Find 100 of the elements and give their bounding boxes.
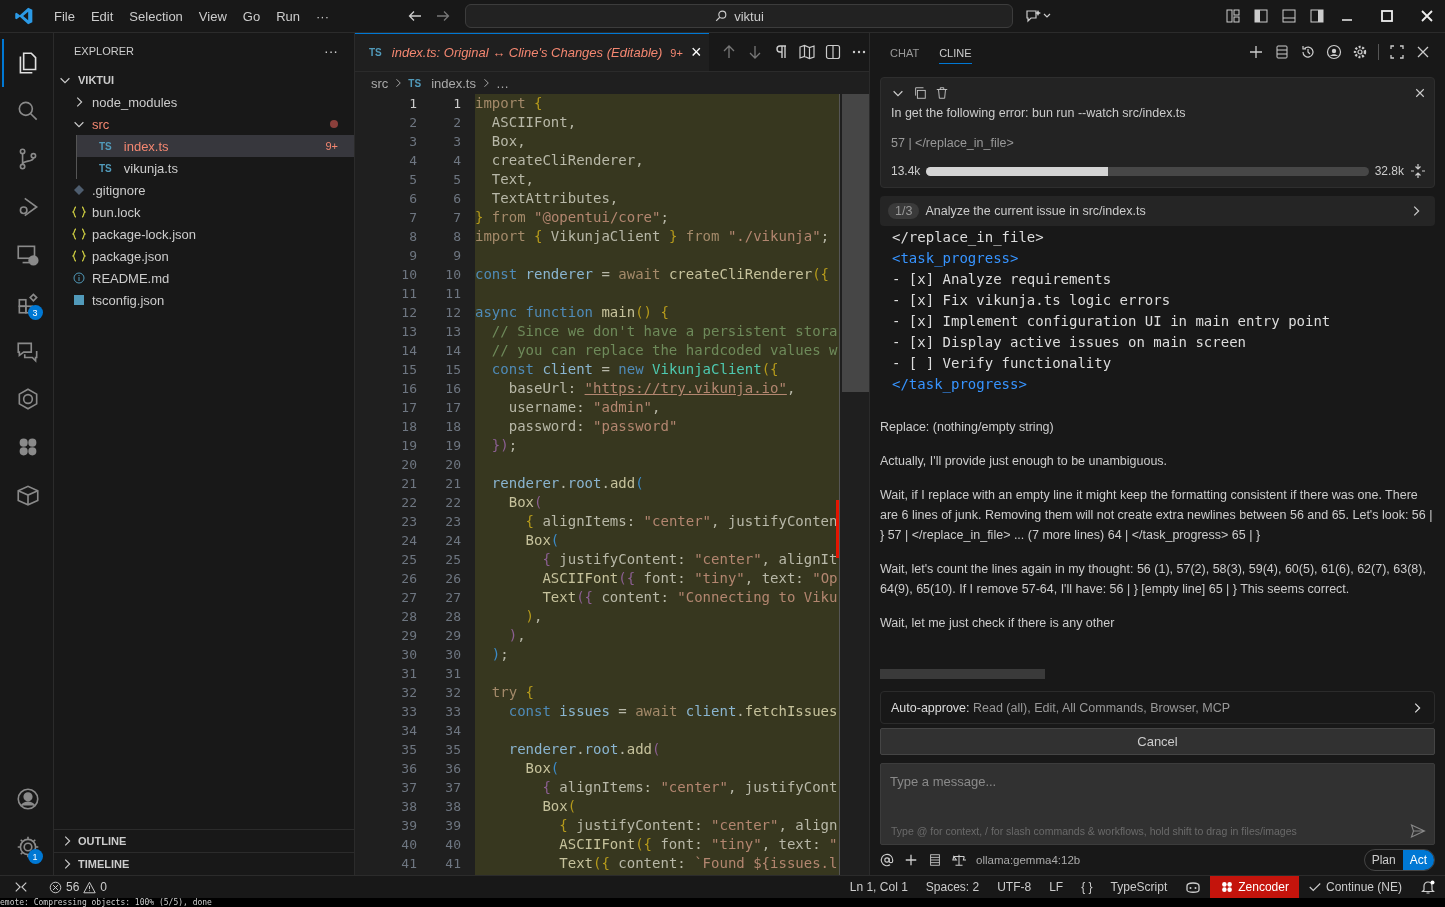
file-name[interactable]: tsconfig.json	[92, 292, 165, 308]
continue-status[interactable]: Continue (NE)	[1298, 876, 1411, 898]
workspace-folder[interactable]: VIKTUI	[78, 74, 115, 86]
panel-tab[interactable]: CLINE	[939, 40, 972, 64]
line-number: 41	[444, 855, 461, 873]
file-tree-item[interactable]: TS vikunja.ts	[76, 157, 354, 179]
task-detail: 57 | </replace_in_file>	[891, 136, 1015, 150]
editor-tab[interactable]: TS index.ts: Original ↔ Cline's Changes (Editable) 9+ ×	[355, 33, 710, 71]
status-item[interactable]: Spaces: 2	[916, 876, 989, 898]
task-list-bar[interactable]: 1/3 Analyze the current issue in src/index.ts	[880, 196, 1435, 226]
line-number: 18	[444, 418, 461, 436]
file-name[interactable]: vikunja.ts	[123, 160, 178, 176]
menu-item[interactable]: Go	[234, 8, 269, 24]
code-line: Box,	[490, 133, 526, 149]
line-number: 23	[400, 513, 417, 531]
line-number: 30	[444, 646, 461, 664]
code-line: password: "password"	[507, 418, 678, 434]
code-line: } from "@opentui/core";	[475, 209, 669, 225]
line-number: 17	[444, 399, 461, 417]
file-tree-item[interactable]: node_modules	[54, 91, 354, 113]
message-code-line: </replace_in_file>	[892, 228, 1045, 248]
notification-badge: 3	[27, 305, 43, 320]
auto-approve-bar[interactable]: Auto-approve: Read (all), Edit, All Commands, Browser, MCP	[880, 691, 1435, 724]
file-name[interactable]: node_modules	[92, 94, 178, 110]
file-tree-item[interactable]: bun.lock	[54, 201, 354, 223]
warning-count[interactable]: 0	[100, 880, 108, 894]
menu-item[interactable]: Selection	[121, 8, 191, 24]
notification-badge: 1	[27, 849, 43, 864]
breadcrumb-item[interactable]: src	[371, 75, 389, 91]
status-item[interactable]: LF	[1040, 876, 1073, 898]
line-number: 29	[400, 627, 417, 645]
search-field[interactable]: viktui	[465, 4, 1013, 28]
line-number: 23	[444, 513, 461, 531]
status-item[interactable]: UTF-8	[988, 876, 1041, 898]
menu-item[interactable]: Edit	[82, 8, 122, 24]
line-number: 33	[444, 703, 461, 721]
line-number: 38	[444, 798, 461, 816]
line-number: 32	[444, 684, 461, 702]
section-title[interactable]: TIMELINE	[78, 858, 130, 870]
mode-toggle[interactable]: Act	[1402, 850, 1434, 870]
file-tree-item[interactable]: package-lock.json	[54, 223, 354, 245]
file-name[interactable]: .gitignore	[92, 182, 146, 198]
file-name[interactable]: bun.lock	[92, 204, 141, 220]
file-tree-item[interactable]: package.json	[54, 245, 354, 267]
code-line: ASCIIFont({ font: "tiny", text: "	[558, 836, 838, 852]
code-line: TextAttributes,	[490, 190, 619, 206]
line-number: 9	[408, 247, 417, 265]
line-number: 3	[408, 133, 417, 151]
file-tree-item[interactable]: README.md	[54, 267, 354, 289]
code-line: Text,	[490, 171, 534, 187]
file-name[interactable]: src	[92, 116, 110, 132]
file-tree-item[interactable]: src	[54, 113, 354, 135]
line-number: 2	[452, 114, 461, 132]
line-number: 1	[408, 95, 417, 113]
line-number: 11	[400, 285, 417, 303]
file-name[interactable]: package-lock.json	[92, 226, 197, 242]
task-text: In get the following error: bun run --watch src/index.ts	[891, 106, 1187, 120]
breadcrumb-item[interactable]: …	[495, 75, 509, 91]
code-line: renderer.root.add(	[490, 475, 644, 491]
menu-item[interactable]: File	[46, 8, 83, 24]
code-line: ),	[507, 627, 526, 643]
menu-item[interactable]: ···	[308, 8, 337, 24]
code-line: Box(	[541, 798, 577, 814]
file-name[interactable]: package.json	[92, 248, 169, 264]
section-title[interactable]: OUTLINE	[78, 835, 127, 847]
problem-count: 9+	[325, 140, 338, 152]
cancel-button[interactable]: Cancel	[880, 728, 1435, 755]
zencoder-status[interactable]: Zencoder	[1210, 876, 1299, 898]
line-number: 15	[444, 361, 461, 379]
line-number: 39	[400, 817, 417, 835]
line-number: 11	[444, 285, 461, 303]
file-name[interactable]: index.ts	[123, 138, 169, 154]
file-name[interactable]: README.md	[92, 270, 170, 286]
code-line: { alignItems: "center", justifyConten	[524, 513, 838, 529]
panel-tab[interactable]: CHAT	[880, 40, 920, 64]
code-line: const issues = await client.fetchIssues	[507, 703, 838, 719]
line-number: 37	[400, 779, 417, 797]
line-number: 7	[408, 209, 417, 227]
breadcrumb-item[interactable]: index.ts	[431, 75, 476, 91]
file-tree-item[interactable]: TS index.ts 9+	[76, 135, 354, 157]
file-tree-item[interactable]: .gitignore	[54, 179, 354, 201]
language-braces-icon[interactable]: { }	[1072, 876, 1102, 898]
model-selector[interactable]: ollama:gemma4:12b	[976, 854, 1081, 866]
status-item[interactable]: Ln 1, Col 1	[840, 876, 917, 898]
error-count[interactable]: 56	[66, 880, 80, 894]
status-item[interactable]: TypeScript	[1101, 876, 1177, 898]
file-tree-item[interactable]: tsconfig.json	[54, 289, 354, 311]
line-number: 40	[400, 836, 417, 854]
message-code-line: - [x] Fix vikunja.ts logic errors	[892, 291, 1172, 310]
line-number: 8	[408, 228, 417, 246]
menu-item[interactable]: View	[190, 8, 235, 24]
code-line: Text({ content: `Found ${issues.l	[558, 855, 838, 871]
typescript-file-icon: TS	[99, 162, 112, 174]
message-input[interactable]: Type a message...	[881, 764, 1434, 823]
code-line: { justifyContent: "center", alignIt	[541, 551, 838, 567]
line-number: 36	[400, 760, 417, 778]
menu-item[interactable]: Run	[268, 8, 308, 24]
code-line: });	[490, 437, 518, 453]
mode-toggle[interactable]: Plan	[1364, 850, 1403, 870]
more-actions-button[interactable]: ···	[324, 43, 338, 59]
